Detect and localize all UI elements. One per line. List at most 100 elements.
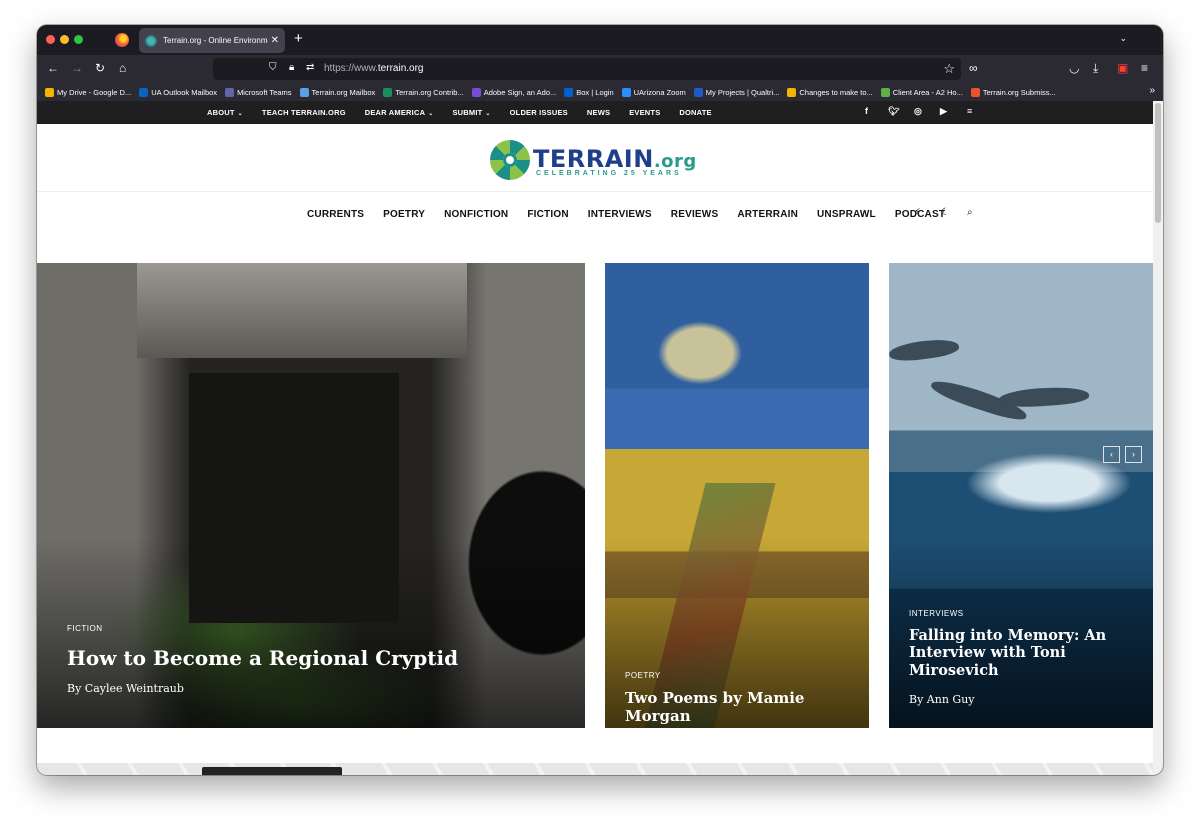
close-window-button[interactable] [46,35,55,44]
card-title[interactable]: How to Become a Regional Cryptid [67,646,467,670]
card-byline[interactable]: By Caylee Weintraub [67,682,184,695]
bookmark-item[interactable]: UArizona Zoom [621,87,686,97]
bookmark-label: Terrain.org Submiss... [982,87,1056,97]
bookmark-item[interactable]: Terrain.org Contrib... [383,87,464,97]
tab-close-icon[interactable]: ✕ [271,35,279,46]
twitter-icon[interactable]: 🐦︎ [888,106,899,117]
bookmarks-toolbar: My Drive - Google D... UA Outlook Mailbo… [37,83,1163,101]
firefox-view-icon[interactable] [115,33,129,47]
search-icon[interactable]: ⌕ [967,207,973,218]
site-header: TERRAIN.org CELEBRATING 25 YEARS [37,124,1153,192]
scrollbar-thumb[interactable] [1155,103,1161,223]
site-logo[interactable]: TERRAIN.org [533,145,697,173]
zoom-window-button[interactable] [74,35,83,44]
bookmark-favicon-icon [225,87,235,97]
featured-card-fiction[interactable]: FICTION How to Become a Regional Cryptid… [37,263,585,728]
top-nav-events[interactable]: EVENTS [629,108,660,117]
pocket-icon[interactable]: ◡ [1069,61,1079,75]
permissions-icon[interactable]: ⇄ [306,62,314,73]
terrain-favicon-icon [145,34,157,47]
top-nav-about[interactable]: ABOUT ⌄ [207,108,243,117]
top-nav-label: TEACH TERRAIN.ORG [261,108,346,117]
new-tab-button[interactable]: + [294,31,303,47]
tab-title: Terrain.org - Online Environment [163,36,268,45]
bookmark-favicon-icon [880,87,890,97]
app-menu-icon[interactable]: ≡ [1141,61,1148,75]
bookmark-item[interactable]: Terrain.org Submiss... [970,87,1056,97]
bookmark-item[interactable]: Client Area - A2 Ho... [880,87,963,97]
bookmark-item[interactable]: My Drive - Google D... [45,87,132,97]
slider-prev-button[interactable]: ‹ [1103,446,1120,463]
bookmark-item[interactable]: Adobe Sign, an Ado... [471,87,556,97]
moon-icon[interactable]: ☾ [941,207,950,218]
bookmark-item[interactable]: Box | Login [564,87,614,97]
nav-fiction[interactable]: FICTION [527,209,568,220]
card-title[interactable]: Falling into Memory: An Interview with T… [909,627,1144,679]
card-category[interactable]: FICTION [67,624,103,633]
card-category[interactable]: POETRY [625,671,661,680]
nav-arterrain[interactable]: ARTERRAIN [737,209,798,220]
top-nav: ABOUT ⌄ TEACH TERRAIN.ORG DEAR AMERICA ⌄ S… [207,101,731,124]
top-nav-dear-america[interactable]: DEAR AMERICA ⌄ [365,108,434,117]
forward-icon[interactable]: → [71,61,83,75]
bookmark-favicon-icon [564,87,574,97]
top-nav-donate[interactable]: DONATE [679,108,711,117]
slider-next-button[interactable]: › [1125,446,1142,463]
more-bookmarks-icon[interactable]: » [1149,85,1155,96]
top-nav-label: NEWS [586,108,611,117]
youtube-icon[interactable]: ▶ [940,106,947,117]
url-text[interactable]: https://www.terrain.org [324,63,423,74]
nav-currents[interactable]: CURRENTS [307,209,364,220]
reader-mask-icon[interactable]: ∞ [969,61,978,75]
menu-icon[interactable]: ≡ [967,106,972,116]
bookmark-label: Microsoft Teams [237,87,292,97]
nav-nonfiction[interactable]: NONFICTION [444,209,508,220]
tracking-protection-icon[interactable]: ⛉ [269,62,277,73]
back-icon[interactable]: ← [47,61,59,75]
instagram-icon[interactable]: ◎ [914,106,922,117]
bookmark-favicon-icon [693,87,703,97]
terrain-logo-icon[interactable] [490,140,530,180]
featured-card-poetry[interactable]: POETRY Two Poems by Mamie Morgan [605,263,869,728]
nav-reviews[interactable]: REVIEWS [671,209,719,220]
reload-icon[interactable]: ↻ [95,61,105,75]
nav-poetry[interactable]: POETRY [383,209,425,220]
home-icon[interactable]: ⌂ [119,61,126,75]
list-all-tabs-icon[interactable]: ⌄ [1119,33,1127,44]
url-bar[interactable]: ⛉ 🔒︎ ⇄ https://www.terrain.org ☆ [213,58,961,80]
page-scrollbar[interactable] [1153,101,1163,775]
bookmark-item[interactable]: UA Outlook Mailbox [139,87,217,97]
downloads-icon[interactable]: ⤓ [1093,61,1098,75]
bookmark-favicon-icon [621,87,631,97]
bookmark-favicon-icon [383,87,393,97]
navigation-toolbar: ← → ↻ ⌂ ⇪ ⎙ ⛉ 🔒︎ ⇄ https://www.terrain.o… [37,55,1163,83]
card-byline[interactable]: By Ann Guy [909,693,975,706]
top-nav-news[interactable]: NEWS [587,108,610,117]
bookmark-item[interactable]: Microsoft Teams [225,87,292,97]
nav-interviews[interactable]: INTERVIEWS [588,209,652,220]
minimize-window-button[interactable] [60,35,69,44]
bookmark-label: My Drive - Google D... [57,87,132,97]
bookmark-item[interactable]: My Projects | Qualtri... [693,87,779,97]
top-nav-label: ABOUT [207,108,235,117]
top-nav-older-issues[interactable]: OLDER ISSUES [510,108,568,117]
lock-icon[interactable]: 🔒︎ [289,62,294,73]
tab-terrain[interactable]: Terrain.org - Online Environment ✕ [139,28,285,53]
featured-card-interviews[interactable]: ‹ › INTERVIEWS Falling into Memory: An I… [889,263,1153,728]
bookmark-item[interactable]: Changes to make to... [787,87,873,97]
bookmark-star-icon[interactable]: ☆ [943,61,955,77]
pdf-extension-icon[interactable]: ▣ [1117,61,1128,75]
card-title[interactable]: Two Poems by Mamie Morgan [625,689,860,725]
tab-strip: Terrain.org - Online Environment ✕ + ⌄ [37,25,1163,55]
nav-unsprawl[interactable]: UNSPRAWL [817,209,876,220]
logo-name: TERRAIN [533,145,654,173]
top-nav-submit[interactable]: SUBMIT ⌄ [452,108,490,117]
logo-tagline: CELEBRATING 25 YEARS [536,170,682,177]
lightning-icon[interactable]: ⚡︎ [914,207,921,218]
bookmark-label: Changes to make to... [799,87,873,97]
facebook-icon[interactable]: f [865,106,868,116]
bookmark-item[interactable]: Terrain.org Mailbox [299,87,375,97]
top-nav-teach[interactable]: TEACH TERRAIN.ORG [262,108,346,117]
card-overlay [37,538,585,728]
card-category[interactable]: INTERVIEWS [909,609,964,618]
